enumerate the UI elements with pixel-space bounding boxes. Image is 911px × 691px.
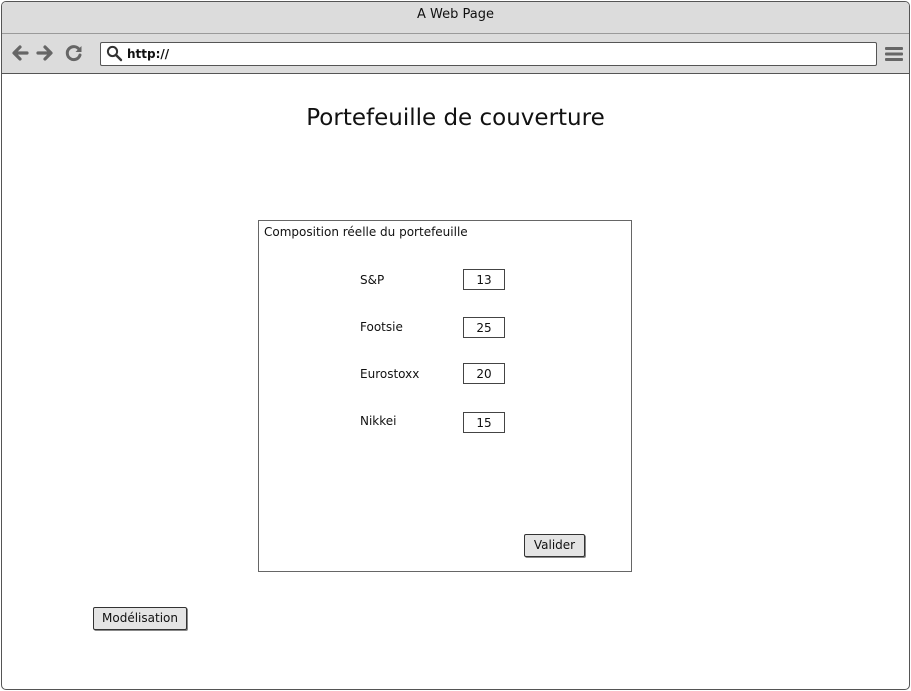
title-bar: A Web Page: [2, 2, 909, 34]
reload-icon[interactable]: [64, 43, 84, 63]
input-sp[interactable]: 13: [463, 269, 505, 290]
validate-button[interactable]: Valider: [524, 534, 585, 557]
input-eurostoxx[interactable]: 20: [463, 363, 505, 384]
portfolio-composition-panel: Composition réelle du portefeuille S&P 1…: [258, 220, 632, 572]
forward-arrow-icon[interactable]: [35, 43, 55, 63]
label-sp: S&P: [360, 273, 385, 287]
label-eurostoxx: Eurostoxx: [360, 367, 420, 381]
browser-window: A Web Page http:// Portefeuille de couve…: [1, 1, 910, 690]
menu-icon[interactable]: [885, 46, 903, 62]
url-text: http://: [127, 47, 170, 61]
browser-toolbar: http://: [2, 34, 909, 74]
window-title: A Web Page: [417, 7, 494, 22]
label-nikkei: Nikkei: [360, 414, 397, 428]
label-footsie: Footsie: [360, 320, 403, 334]
address-bar[interactable]: http://: [100, 42, 877, 66]
input-footsie[interactable]: 25: [463, 317, 505, 338]
page-title: Portefeuille de couverture: [306, 105, 605, 131]
panel-title: Composition réelle du portefeuille: [264, 225, 468, 239]
back-arrow-icon[interactable]: [10, 43, 30, 63]
modelisation-button[interactable]: Modélisation: [93, 607, 187, 630]
input-nikkei[interactable]: 15: [463, 412, 505, 433]
search-icon: [106, 45, 123, 62]
